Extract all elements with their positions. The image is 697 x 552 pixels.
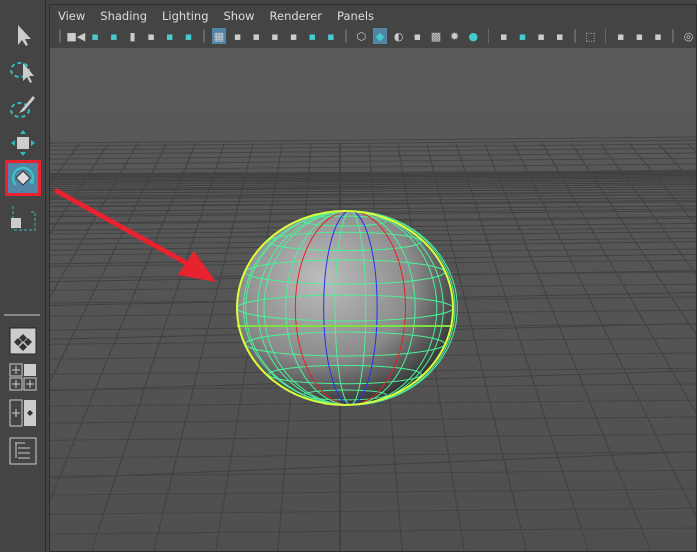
two-view-icon bbox=[9, 399, 36, 427]
toolbox bbox=[0, 0, 46, 552]
camera-icon[interactable]: ■◀ bbox=[66, 28, 85, 44]
toolbox-divider bbox=[4, 314, 40, 316]
grid-line bbox=[50, 136, 696, 144]
select-tool-button[interactable] bbox=[8, 20, 38, 50]
xray-icon[interactable]: ▩ bbox=[429, 28, 444, 44]
toolbar-separator bbox=[202, 29, 205, 43]
scene-canvas bbox=[50, 136, 696, 551]
depth-of-field-icon[interactable]: ▪ bbox=[552, 28, 567, 44]
paint-brush-icon bbox=[10, 96, 35, 118]
move-tool-button[interactable] bbox=[8, 128, 38, 158]
bookmark-icon[interactable]: ▮ bbox=[125, 28, 140, 44]
outliner-layout-button[interactable] bbox=[8, 436, 38, 466]
field-chart-icon[interactable]: ▪ bbox=[286, 28, 301, 44]
toolbar-separator bbox=[59, 29, 61, 43]
grid-line bbox=[50, 199, 696, 207]
two-view-layout-button[interactable] bbox=[8, 398, 38, 428]
xray-active-icon[interactable]: ▪ bbox=[632, 28, 647, 44]
lasso-icon bbox=[10, 62, 34, 83]
arrow-cursor-icon bbox=[18, 25, 31, 46]
grease-pencil-icon[interactable]: ▪ bbox=[181, 28, 196, 44]
ambient-occlusion-icon[interactable]: ▪ bbox=[651, 28, 666, 44]
viewport-panel: View Shading Lighting Show Renderer Pane… bbox=[49, 4, 697, 552]
screen-space-ao-icon[interactable]: ▪ bbox=[496, 28, 511, 44]
isolate-select-icon[interactable]: ⬚ bbox=[583, 28, 598, 44]
grid-line bbox=[50, 507, 696, 515]
paint-select-tool-button[interactable] bbox=[8, 92, 38, 122]
scale-tool-button[interactable] bbox=[8, 203, 38, 233]
outliner-icon bbox=[9, 437, 37, 465]
safe-action-icon[interactable]: ▪ bbox=[305, 28, 320, 44]
grid-line bbox=[50, 488, 696, 496]
xray-joints-icon[interactable]: ▪ bbox=[613, 28, 628, 44]
resolution-gate-icon[interactable]: ▪ bbox=[249, 28, 264, 44]
panel-toolbar: ■◀ ▪ ▪ ▮ ▪ ▪ ▪ ▦ ▪ ▪ ▪ ▪ ▪ ▪ ⬡ ◆ ◐ ▪ ▩ ✹ ● ▪ ▪ ▪ ▪ ⬚ ▪ ▪ ▪ ◎ bbox=[50, 26, 696, 46]
lasso-tool-button[interactable] bbox=[8, 56, 38, 86]
grid-icon[interactable]: ▦ bbox=[211, 28, 227, 44]
toolbar-separator bbox=[487, 29, 490, 43]
shadows-icon[interactable]: ● bbox=[466, 28, 481, 44]
scale-icon bbox=[11, 206, 36, 231]
single-view-layout-button[interactable] bbox=[8, 326, 38, 356]
menu-view[interactable]: View bbox=[58, 9, 85, 23]
grid-line bbox=[50, 451, 696, 479]
grid-line bbox=[50, 451, 696, 459]
toolbar-separator bbox=[345, 29, 348, 43]
grid-line bbox=[50, 527, 696, 535]
lock-camera-icon[interactable]: ▪ bbox=[88, 28, 103, 44]
four-view-icon bbox=[9, 363, 37, 391]
menu-renderer[interactable]: Renderer bbox=[270, 9, 323, 23]
menu-panels[interactable]: Panels bbox=[337, 9, 374, 23]
perspective-viewport[interactable] bbox=[50, 48, 696, 551]
image-plane-icon[interactable]: ▪ bbox=[144, 28, 159, 44]
use-all-lights-icon[interactable]: ✹ bbox=[447, 28, 462, 44]
menu-lighting[interactable]: Lighting bbox=[162, 9, 208, 23]
rotate-tool-button[interactable] bbox=[5, 160, 41, 196]
grid-line bbox=[50, 152, 696, 160]
grid-line bbox=[50, 157, 696, 165]
toolbar-separator bbox=[672, 29, 675, 43]
grid-line bbox=[50, 433, 696, 441]
safe-title-icon[interactable]: ▪ bbox=[324, 28, 339, 44]
grid-line bbox=[91, 142, 225, 551]
grid-line bbox=[50, 469, 696, 477]
rotate-icon bbox=[11, 166, 34, 186]
grid-line bbox=[50, 205, 696, 212]
gate-mask-icon[interactable]: ▪ bbox=[268, 28, 283, 44]
film-gate-icon[interactable]: ▪ bbox=[230, 28, 245, 44]
grid-line bbox=[50, 416, 696, 424]
motion-blur-icon[interactable]: ▪ bbox=[515, 28, 530, 44]
wireframe-icon[interactable]: ⬡ bbox=[354, 28, 369, 44]
smooth-shade-icon[interactable]: ◆ bbox=[372, 28, 388, 44]
anti-aliasing-icon[interactable]: ▪ bbox=[534, 28, 549, 44]
move-icon bbox=[11, 130, 35, 156]
grid-line bbox=[50, 163, 696, 171]
default-material-icon[interactable]: ◐ bbox=[391, 28, 406, 44]
toolbar-separator bbox=[574, 29, 576, 43]
2d-pan-zoom-icon[interactable]: ▪ bbox=[162, 28, 177, 44]
camera-attributes-icon[interactable]: ▪ bbox=[106, 28, 121, 44]
single-view-icon bbox=[9, 327, 37, 355]
panel-menu-bar: View Shading Lighting Show Renderer Pane… bbox=[50, 5, 696, 27]
color-management-icon[interactable]: ◎ bbox=[681, 28, 696, 44]
menu-show[interactable]: Show bbox=[224, 9, 255, 23]
menu-shading[interactable]: Shading bbox=[100, 9, 147, 23]
toolbar-separator bbox=[604, 29, 607, 43]
four-view-layout-button[interactable] bbox=[8, 362, 38, 392]
wireframe-on-shaded-icon[interactable]: ▪ bbox=[410, 28, 425, 44]
